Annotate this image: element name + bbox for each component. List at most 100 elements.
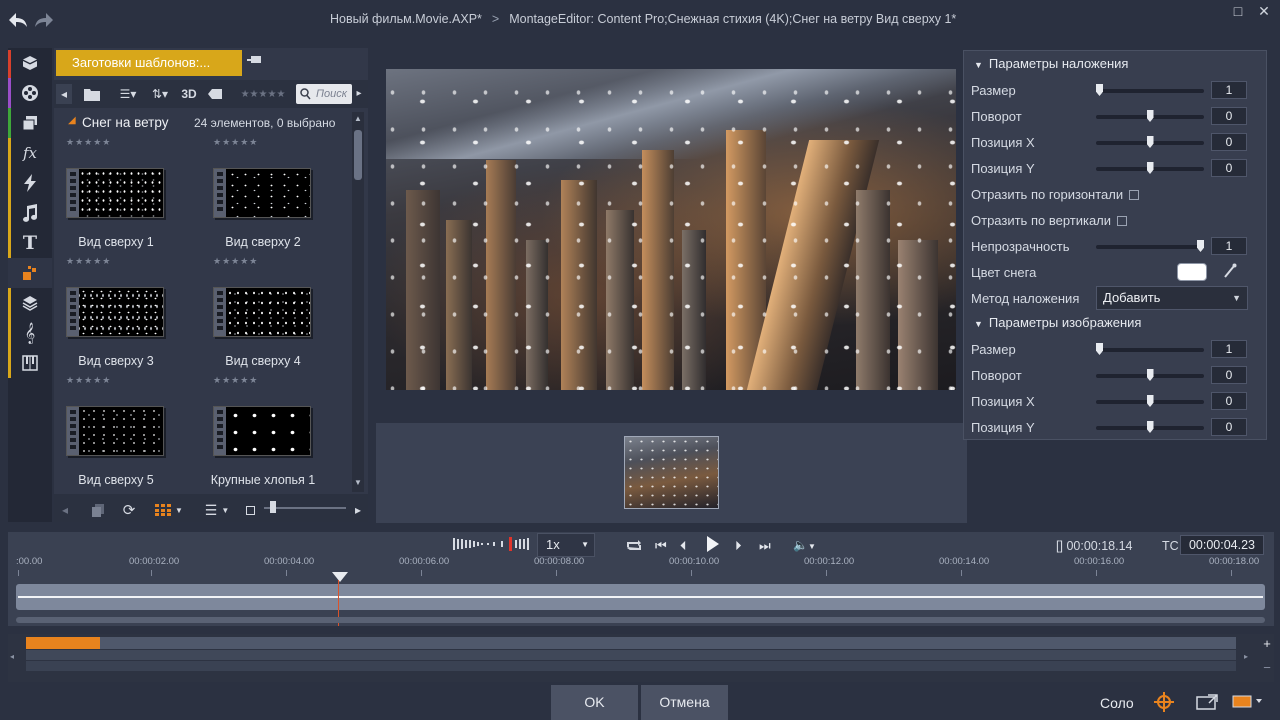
snow-color-swatch[interactable] xyxy=(1177,263,1207,281)
timeline-selection[interactable] xyxy=(26,637,100,649)
list-item[interactable]: Крупные хлопья 1 xyxy=(205,406,350,490)
list-view-icon[interactable]: ☰▾ xyxy=(116,84,140,104)
rating[interactable]: ★★★★★ xyxy=(66,137,111,148)
slider-knob[interactable] xyxy=(1146,421,1154,433)
slider-knob[interactable] xyxy=(1146,395,1154,407)
flip-vertical-checkbox[interactable] xyxy=(1117,216,1128,226)
view-3d-button[interactable]: 3D xyxy=(178,84,200,104)
monitor-icon[interactable] xyxy=(1232,695,1266,712)
transport-scrollbar[interactable] xyxy=(16,617,1265,623)
sort-icon[interactable]: ⇅▾ xyxy=(148,84,172,104)
scroll-right-icon[interactable]: ▸ xyxy=(352,500,364,520)
rating[interactable]: ★★★★★ xyxy=(213,375,258,386)
overlay-rotation-slider[interactable] xyxy=(1096,110,1204,122)
timeline-scroll-right[interactable]: ▸ xyxy=(1244,652,1248,661)
scroll-thumb[interactable] xyxy=(354,130,362,180)
image-pos-y-value[interactable]: 0 xyxy=(1211,418,1247,436)
list-item[interactable]: Вид сверху 2 ★★★★★ xyxy=(205,168,350,286)
overlay-rotation-value[interactable]: 0 xyxy=(1211,107,1247,125)
fx-icon[interactable]: fx xyxy=(8,138,52,168)
overlay-size-value[interactable]: 1 xyxy=(1211,81,1247,99)
speed-select[interactable]: 1x ▼ xyxy=(537,533,595,557)
text-icon[interactable]: T xyxy=(8,228,52,258)
rating-filter[interactable]: ★★★★★ xyxy=(238,84,288,104)
export-icon[interactable] xyxy=(1196,694,1218,713)
slider-knob[interactable] xyxy=(1197,240,1204,252)
volume-icon[interactable]: 🔈▼ xyxy=(793,538,816,552)
tag-icon[interactable] xyxy=(206,84,224,104)
go-to-start-icon[interactable]: ⏮ xyxy=(655,538,667,554)
library-scrollbar[interactable]: ▲ ▼ xyxy=(352,112,364,492)
slider-knob[interactable] xyxy=(1146,369,1154,381)
slider-knob[interactable] xyxy=(1146,162,1154,174)
list-item[interactable]: Вид сверху 1 ★★★★★ xyxy=(58,168,204,286)
list-item[interactable]: Вид сверху 3 ★★★★★ xyxy=(58,287,204,405)
solo-label[interactable]: Соло xyxy=(1100,695,1134,711)
treble-clef-icon[interactable]: 𝄞 xyxy=(8,318,52,348)
close-button[interactable]: ✕ xyxy=(1254,2,1274,20)
blend-mode-select[interactable]: Добавить ▼ xyxy=(1096,286,1248,310)
preview-thumbnail[interactable] xyxy=(624,436,719,509)
rating[interactable]: ★★★★★ xyxy=(66,256,111,267)
time-ruler[interactable]: :00.00 00:00:02.00 00:00:04.00 00:00:06.00 0… xyxy=(16,556,1266,582)
grid-view-icon[interactable]: ▼ xyxy=(152,500,186,520)
image-size-slider[interactable] xyxy=(1096,343,1204,355)
timeline-scroll-left[interactable]: ◂ xyxy=(10,652,14,661)
opacity-slider[interactable] xyxy=(1096,240,1204,252)
flip-horizontal-option[interactable]: Отразить по горизонтали xyxy=(971,187,1140,202)
copy-icon[interactable] xyxy=(90,500,106,520)
image-rotation-value[interactable]: 0 xyxy=(1211,366,1247,384)
slider-knob[interactable] xyxy=(1096,84,1103,96)
rating[interactable]: ★★★★★ xyxy=(213,137,258,148)
library-scroll-right[interactable]: ▸ xyxy=(353,84,365,104)
lightning-icon[interactable] xyxy=(8,168,52,198)
image-pos-x-value[interactable]: 0 xyxy=(1211,392,1247,410)
rating[interactable]: ★★★★★ xyxy=(213,256,258,267)
music-note-icon[interactable] xyxy=(8,198,52,228)
timeline-overview[interactable]: ◂ ▸ + − xyxy=(8,634,1274,682)
flip-vertical-option[interactable]: Отразить по вертикали xyxy=(971,213,1128,228)
collapse-icon[interactable]: ◂ xyxy=(56,84,72,104)
film-reel-icon[interactable] xyxy=(8,78,52,108)
flip-horizontal-checkbox[interactable] xyxy=(1129,190,1140,200)
overlay-pos-x-value[interactable]: 0 xyxy=(1211,133,1247,151)
zoom-out-button[interactable]: − xyxy=(1260,660,1274,680)
stack-icon[interactable] xyxy=(8,288,52,318)
loop-icon[interactable] xyxy=(626,538,642,555)
rating[interactable]: ★★★★★ xyxy=(66,375,111,386)
redo-icon[interactable] xyxy=(32,8,56,32)
layers-icon[interactable] xyxy=(8,108,52,138)
eyedropper-icon[interactable] xyxy=(1223,263,1237,282)
overlay-pos-y-slider[interactable] xyxy=(1096,162,1204,174)
library-tab[interactable]: Заготовки шаблонов:... xyxy=(56,50,242,76)
cancel-button[interactable]: Отмена xyxy=(641,685,728,720)
breadcrumb-project[interactable]: Новый фильм.Movie.AXP* xyxy=(330,12,482,26)
slider-knob[interactable] xyxy=(1146,136,1154,148)
image-pos-y-slider[interactable] xyxy=(1096,421,1204,433)
overlay-section-header[interactable]: ▼ Параметры наложения xyxy=(974,56,1128,71)
zoom-in-button[interactable]: + xyxy=(1260,636,1274,656)
previous-frame-icon[interactable]: ⏴ xyxy=(680,538,687,554)
box-icon[interactable] xyxy=(8,48,52,78)
crosshair-icon[interactable] xyxy=(1154,692,1174,715)
piano-icon[interactable] xyxy=(8,348,52,378)
overlay-pos-x-slider[interactable] xyxy=(1096,136,1204,148)
list-item[interactable]: Вид сверху 4 ★★★★★ xyxy=(205,287,350,405)
video-preview[interactable] xyxy=(386,69,956,390)
thumb-size-slider[interactable] xyxy=(264,501,346,513)
image-section-header[interactable]: ▼ Параметры изображения xyxy=(974,315,1141,330)
list-mode-icon[interactable]: ☰ ▼ xyxy=(200,500,234,520)
scroll-left-icon[interactable]: ◂ xyxy=(58,500,72,520)
opacity-value[interactable]: 1 xyxy=(1211,237,1247,255)
folder-icon[interactable] xyxy=(82,84,102,104)
overlay-pos-y-value[interactable]: 0 xyxy=(1211,159,1247,177)
overlay-size-slider[interactable] xyxy=(1096,84,1204,96)
image-pos-x-slider[interactable] xyxy=(1096,395,1204,407)
slider-knob[interactable] xyxy=(1146,110,1154,122)
go-to-end-icon[interactable]: ⏭ xyxy=(759,538,771,554)
montage-icon[interactable] xyxy=(8,258,52,288)
ok-button[interactable]: OK xyxy=(551,685,638,720)
slider-knob[interactable] xyxy=(1096,343,1103,355)
sync-icon[interactable]: ⟳ xyxy=(120,500,138,520)
image-rotation-slider[interactable] xyxy=(1096,369,1204,381)
